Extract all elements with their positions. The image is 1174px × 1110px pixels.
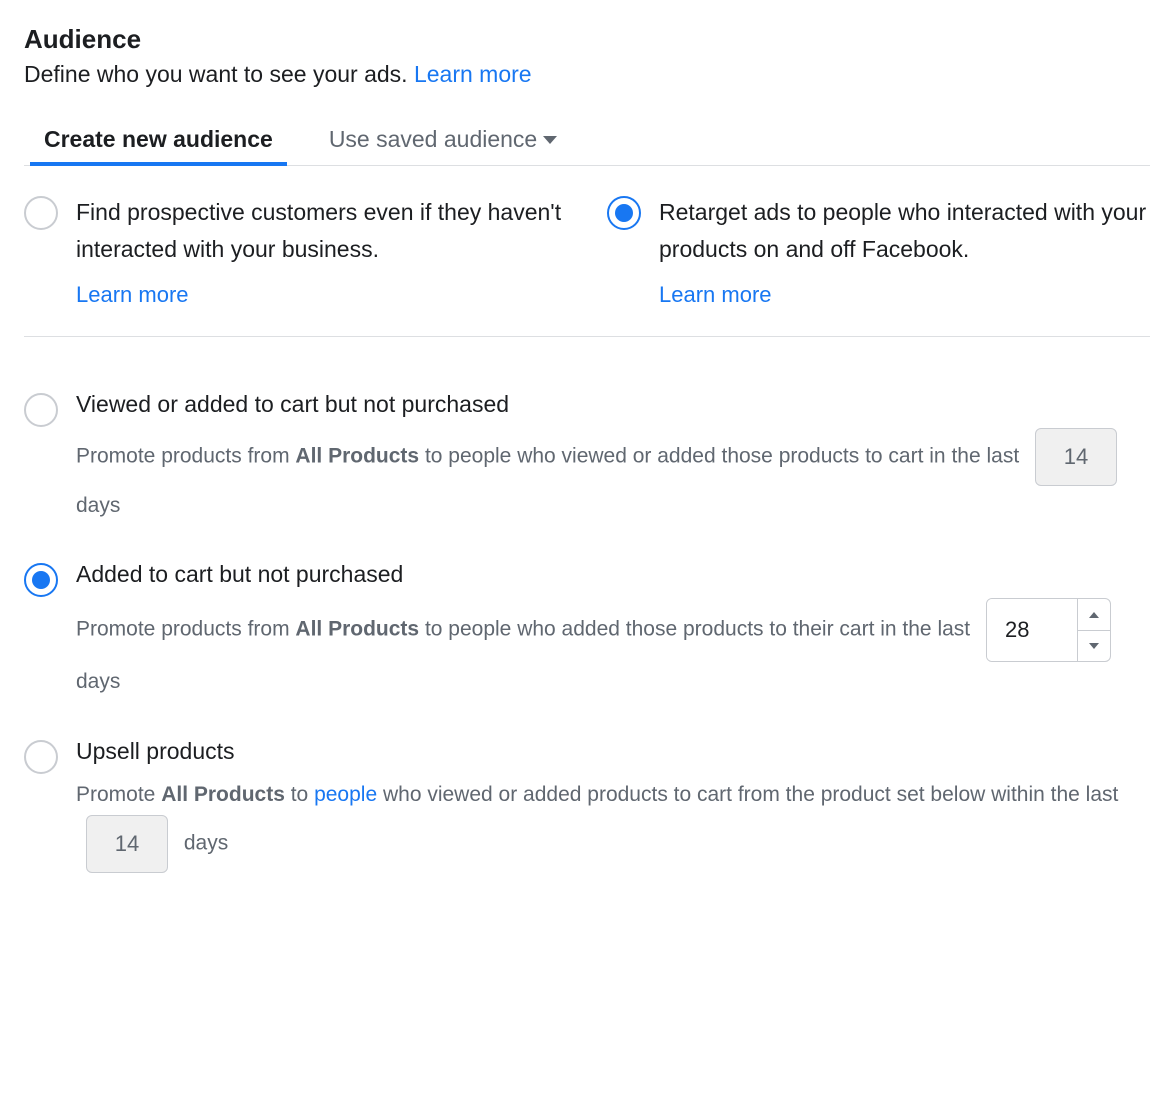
retarget-option-upsell[interactable]: Upsell products Promote All Products to … — [24, 738, 1150, 873]
radio-dot-icon — [32, 571, 50, 589]
section-subtitle: Define who you want to see your ads. Lea… — [24, 61, 1150, 88]
option-retarget[interactable]: Retarget ads to people who interacted wi… — [607, 194, 1150, 308]
tab-saved-label: Use saved audience — [329, 126, 537, 153]
audience-type-row: Find prospective customers even if they … — [24, 166, 1150, 337]
days-label: days — [76, 494, 120, 517]
all-products-label: All Products — [161, 783, 285, 806]
retarget-upsell-title: Upsell products — [76, 738, 1150, 765]
retarget-viewed-title: Viewed or added to cart but not purchase… — [76, 391, 1150, 418]
days-input-added[interactable] — [986, 598, 1111, 662]
radio-prospective[interactable] — [24, 196, 58, 230]
retarget-added-desc: Promote products from All Products to pe… — [76, 598, 1150, 702]
people-link[interactable]: people — [314, 783, 377, 806]
days-stepper — [1077, 599, 1110, 661]
all-products-label: All Products — [295, 618, 419, 641]
tab-saved-audience[interactable]: Use saved audience — [325, 114, 561, 165]
days-input-viewed — [1035, 428, 1117, 486]
days-input-upsell — [86, 815, 168, 873]
tab-create-new[interactable]: Create new audience — [40, 114, 277, 165]
radio-upsell[interactable] — [24, 740, 58, 774]
radio-dot-icon — [615, 204, 633, 222]
stepper-down[interactable] — [1078, 631, 1110, 662]
learn-more-link[interactable]: Learn more — [414, 61, 532, 87]
days-value-viewed[interactable] — [1035, 428, 1117, 486]
desc-text: to — [285, 783, 314, 806]
stepper-up[interactable] — [1078, 599, 1110, 631]
desc-text: Promote products from — [76, 618, 295, 641]
desc-text: who viewed or added products to cart fro… — [377, 783, 1118, 806]
desc-text: Promote products from — [76, 444, 295, 467]
retarget-option-added[interactable]: Added to cart but not purchased Promote … — [24, 561, 1150, 702]
option-prospective-learn-more[interactable]: Learn more — [76, 282, 189, 308]
desc-text: to people who added those products to th… — [419, 618, 976, 641]
retarget-upsell-desc: Promote All Products to people who viewe… — [76, 775, 1150, 873]
desc-text: to people who viewed or added those prod… — [419, 444, 1025, 467]
audience-tabs: Create new audience Use saved audience — [24, 114, 1150, 166]
radio-viewed[interactable] — [24, 393, 58, 427]
desc-text: Promote — [76, 783, 161, 806]
option-prospective[interactable]: Find prospective customers even if they … — [24, 194, 567, 308]
triangle-down-icon — [1089, 643, 1099, 649]
all-products-label: All Products — [295, 444, 419, 467]
radio-retarget[interactable] — [607, 196, 641, 230]
days-value-upsell[interactable] — [86, 815, 168, 873]
triangle-up-icon — [1089, 612, 1099, 618]
radio-added[interactable] — [24, 563, 58, 597]
subtitle-text: Define who you want to see your ads. — [24, 61, 408, 87]
section-title: Audience — [24, 24, 1150, 55]
retarget-options-list: Viewed or added to cart but not purchase… — [24, 337, 1150, 874]
days-value-added[interactable] — [987, 599, 1077, 661]
chevron-down-icon — [543, 136, 557, 144]
option-retarget-learn-more[interactable]: Learn more — [659, 282, 772, 308]
retarget-viewed-desc: Promote products from All Products to pe… — [76, 428, 1150, 526]
days-label: days — [184, 832, 228, 855]
option-prospective-text: Find prospective customers even if they … — [76, 194, 567, 268]
retarget-option-viewed[interactable]: Viewed or added to cart but not purchase… — [24, 391, 1150, 526]
retarget-added-title: Added to cart but not purchased — [76, 561, 1150, 588]
option-retarget-text: Retarget ads to people who interacted wi… — [659, 194, 1150, 268]
days-label: days — [76, 670, 120, 693]
